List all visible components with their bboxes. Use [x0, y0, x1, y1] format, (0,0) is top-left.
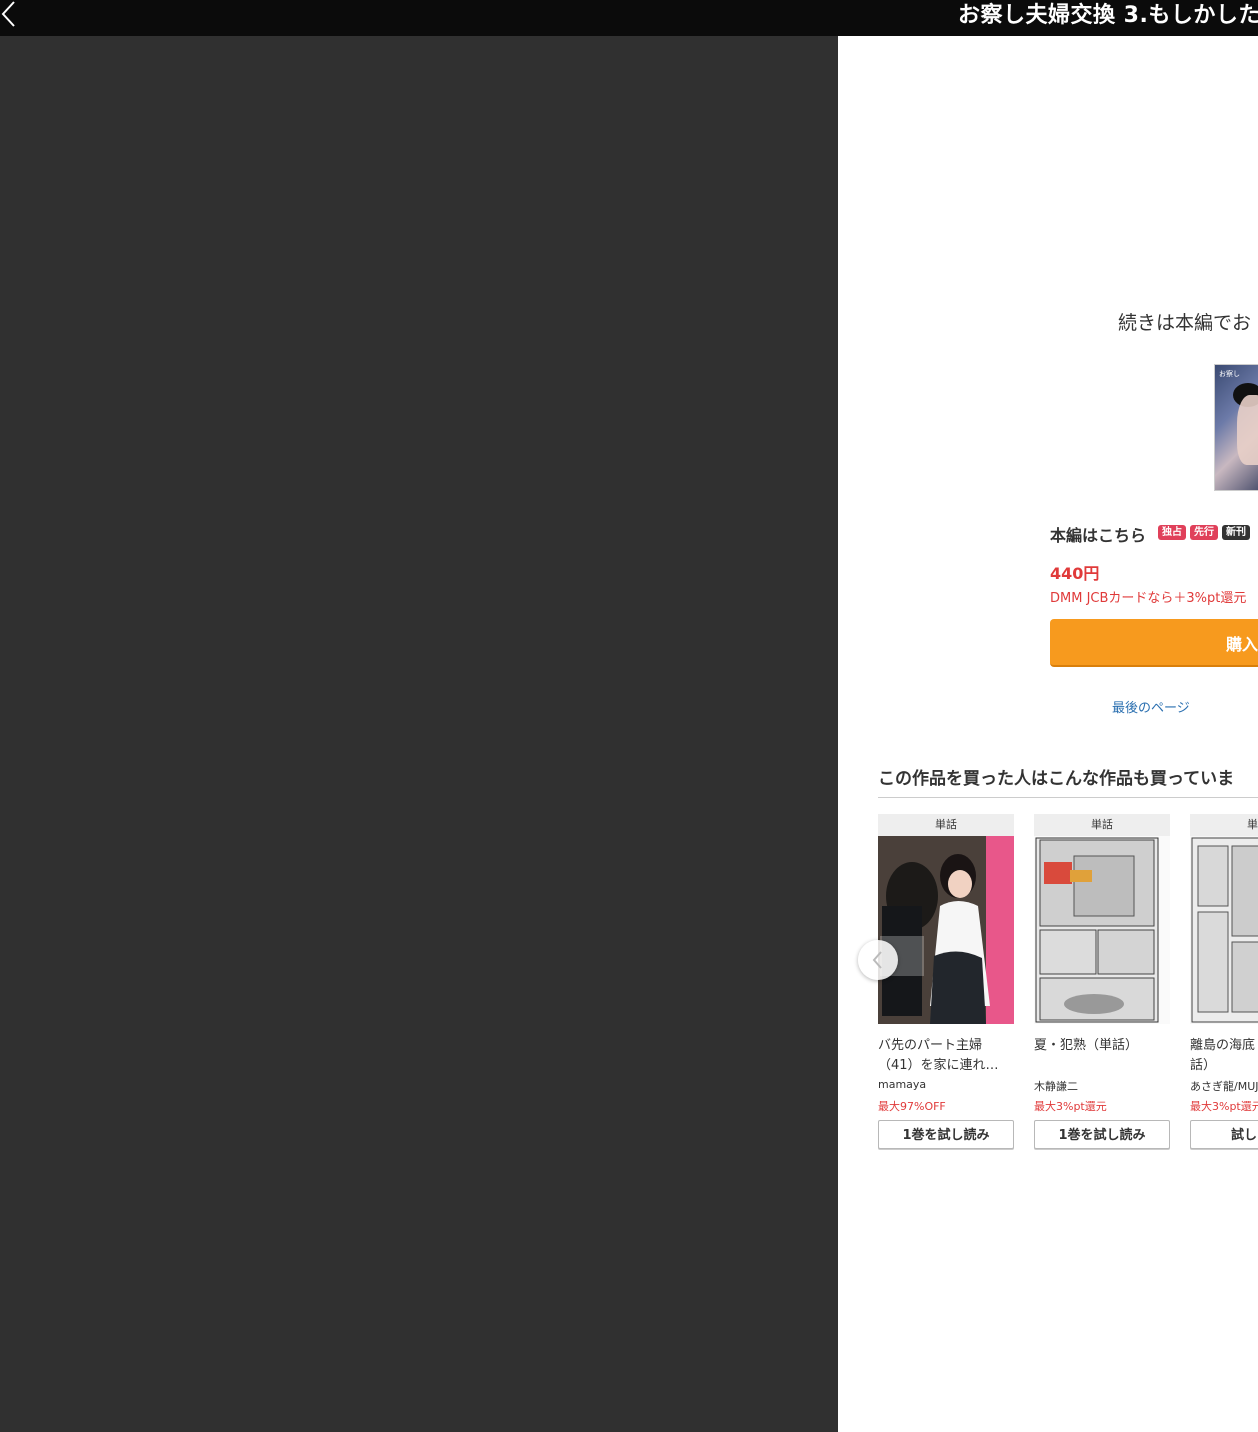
item-type-label: 単話: [1190, 814, 1258, 836]
item-type-label: 単話: [878, 814, 1014, 836]
item-title-line: バ先のパート主婦: [878, 1038, 983, 1053]
item-offer: 最大3%pt還元: [1034, 1100, 1107, 1113]
item-author[interactable]: あさぎ龍/MUJ: [1190, 1078, 1258, 1096]
item-title-line: 夏・犯熟（単話）: [1034, 1038, 1139, 1053]
item-offer: 最大3%pt還元: [1190, 1100, 1258, 1113]
item-thumbnail[interactable]: [1190, 836, 1258, 1024]
recommendation-card[interactable]: 単話 離島の海底 話） あさぎ龍/MUJ 最大3%pt還元 試し: [1190, 814, 1258, 1149]
new-release-badge: 新刊: [1222, 525, 1250, 540]
viewer-page-area[interactable]: [0, 36, 838, 1432]
item-title-line: 話）: [1190, 1058, 1217, 1073]
trial-read-button[interactable]: 試し: [1190, 1120, 1258, 1149]
trial-read-button[interactable]: 1巻を試し読み: [1034, 1120, 1170, 1149]
cover-art-2: [1034, 836, 1170, 1024]
recommendation-card[interactable]: 単話 夏・犯熟（単話） 木静謙二 最大3%pt還元 1巻を試し読み: [1034, 814, 1170, 1149]
item-thumbnail[interactable]: [1034, 836, 1170, 1024]
carousel-prev-button[interactable]: [858, 940, 898, 980]
point-reward-note: DMM JCBカードなら＋3%pt還元: [1050, 591, 1247, 606]
chevron-left-icon: [1, 1, 15, 27]
item-title-line: 離島の海底: [1190, 1038, 1256, 1053]
last-page-link[interactable]: 最後のページ: [1112, 697, 1190, 716]
trial-read-button-label: 試し: [1231, 1128, 1258, 1143]
item-thumbnail[interactable]: [878, 836, 1014, 1024]
item-type-label: 単話: [1034, 814, 1170, 836]
trial-read-button[interactable]: 1巻を試し読み: [878, 1120, 1014, 1149]
main-edition-label: 本編はこちら: [1050, 526, 1147, 545]
item-title[interactable]: 夏・犯熟（単話）: [1034, 1036, 1170, 1076]
back-button[interactable]: [0, 0, 36, 36]
chevron-left-icon: [872, 951, 882, 969]
purchase-button[interactable]: 購入: [1050, 619, 1258, 667]
continue-message: 続きは本編でお: [1118, 312, 1252, 334]
purchase-button-label: 購入: [1226, 635, 1258, 654]
badge-group: 独占 先行 新刊: [1158, 525, 1250, 540]
cover-art-1: [878, 836, 1014, 1024]
cover-art-3: [1190, 836, 1258, 1024]
exclusive-badge: 独占: [1158, 525, 1186, 540]
item-title[interactable]: バ先のパート主婦 （41）を家に連れ…: [878, 1036, 1014, 1076]
item-offer: 最大97%OFF: [878, 1100, 946, 1113]
early-release-badge: 先行: [1190, 525, 1218, 540]
cover-title-text: お察し: [1219, 370, 1240, 378]
recommendations-divider: [878, 797, 1258, 798]
viewer-top-bar: お察し夫婦交換 3.もしかした: [0, 0, 1258, 36]
recommendations-heading: この作品を買った人はこんな作品も買っていま: [878, 769, 1235, 789]
recommendation-card[interactable]: 単話 バ先のパート主婦 （41）を家に連れ… mamaya 最大97%OFF 1…: [878, 814, 1014, 1149]
item-author[interactable]: 木静謙二: [1034, 1078, 1170, 1096]
cover-figure: [1237, 395, 1258, 465]
item-title[interactable]: 離島の海底 話）: [1190, 1036, 1258, 1076]
end-of-preview-panel: 続きは本編でお お察し 本編はこちら 独占 先行 新刊 440円 DMM JCB…: [838, 36, 1258, 1432]
price: 440円: [1050, 564, 1100, 583]
item-author[interactable]: mamaya: [878, 1078, 1014, 1096]
item-title-line: （41）を家に連れ…: [878, 1058, 999, 1073]
book-title: お察し夫婦交換 3.もしかした: [958, 3, 1258, 28]
book-cover-thumbnail[interactable]: お察し: [1214, 364, 1258, 491]
